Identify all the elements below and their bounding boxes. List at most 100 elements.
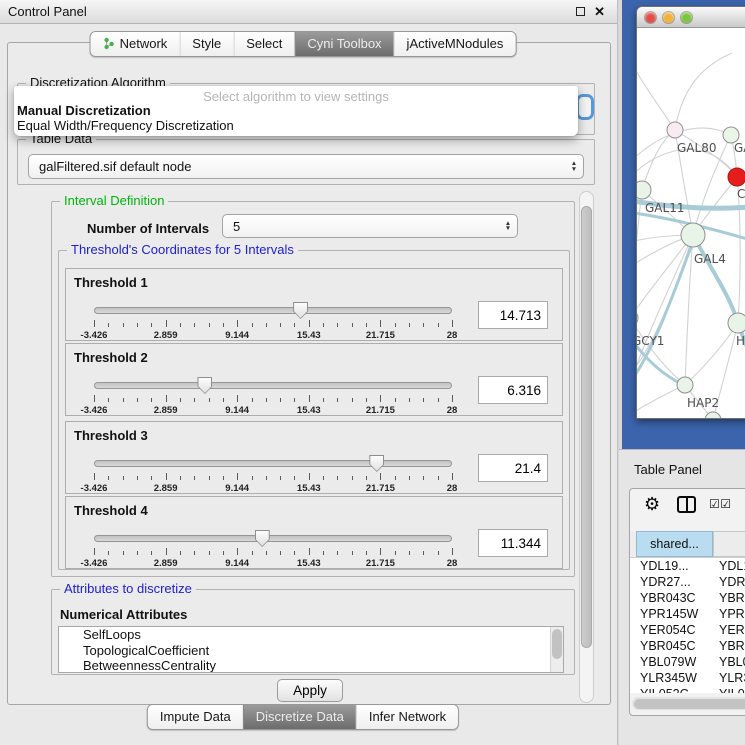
threshold-value-field[interactable] bbox=[478, 376, 548, 404]
network-node-red-node[interactable] bbox=[728, 168, 745, 186]
combobox-stepper-icon[interactable]: ▲▼ bbox=[499, 221, 517, 232]
tab-select[interactable]: Select bbox=[233, 32, 294, 56]
scrollbar-thumb[interactable] bbox=[581, 206, 592, 648]
column-header-name[interactable]: name bbox=[713, 531, 745, 557]
list-item[interactable]: SelfLoops bbox=[59, 627, 563, 643]
cell-name[interactable]: YPR145W bbox=[719, 606, 745, 622]
select-columns-icon[interactable]: ☑☑ bbox=[709, 497, 732, 511]
network-graph[interactable]: GAL80GACGAL11GAL4GCY1HHAP2 bbox=[637, 28, 745, 418]
table-rows[interactable]: YDL19...YDL19...YDR27...YDR27...YBR043CY… bbox=[630, 557, 745, 693]
network-canvas[interactable]: GAL80GACGAL11GAL4GCY1HHAP2 bbox=[637, 28, 745, 418]
slider-thumb[interactable] bbox=[293, 302, 308, 319]
table-row[interactable]: YER054C YER054C bbox=[630, 622, 745, 638]
cell-shared-name[interactable]: YIL052C bbox=[640, 686, 689, 693]
network-node-GAL4[interactable] bbox=[681, 223, 705, 247]
slider-thumb[interactable] bbox=[197, 377, 212, 394]
cell-shared-name[interactable]: YBL079W bbox=[640, 654, 696, 670]
close-icon[interactable]: ✕ bbox=[594, 5, 605, 18]
column-header-shared-name[interactable]: shared... bbox=[636, 531, 713, 557]
threshold-slider[interactable]: -3.4262.8599.14415.4321.71528 bbox=[94, 380, 452, 416]
cell-name[interactable]: YDR27... bbox=[719, 574, 745, 590]
cell-name[interactable]: YBR045C bbox=[719, 638, 745, 654]
dropdown-placeholder-item[interactable]: Select algorithm to view settings bbox=[14, 89, 578, 104]
threshold-value-field[interactable] bbox=[478, 454, 548, 482]
slider-thumb[interactable] bbox=[369, 455, 384, 472]
slider-tick bbox=[438, 323, 439, 327]
tab-impute-data[interactable]: Impute Data bbox=[148, 705, 243, 729]
algorithm-combobox-focus-ring[interactable] bbox=[576, 94, 594, 120]
cell-name[interactable]: YDL19... bbox=[719, 558, 745, 574]
cell-name[interactable]: YER054C bbox=[719, 622, 745, 638]
cell-shared-name[interactable]: YDR27... bbox=[640, 574, 691, 590]
slider-track[interactable] bbox=[94, 307, 452, 314]
dropdown-item-manual-discretization[interactable]: Manual Discretization bbox=[17, 103, 151, 118]
network-view-window[interactable]: GAL80GACGAL11GAL4GCY1HHAP2 bbox=[636, 6, 745, 419]
list-scrollbar[interactable] bbox=[550, 627, 563, 672]
close-traffic-light-icon[interactable] bbox=[645, 12, 656, 23]
scrollbar-thumb[interactable] bbox=[634, 699, 745, 709]
network-node-GAL80[interactable] bbox=[667, 122, 683, 138]
tab-network[interactable]: Network bbox=[91, 32, 180, 56]
cell-name[interactable]: YBL079W bbox=[719, 654, 745, 670]
network-edge[interactable] bbox=[637, 190, 642, 318]
table-row[interactable]: YBR043C YBR043C bbox=[630, 590, 745, 606]
network-edge[interactable] bbox=[637, 63, 675, 130]
tab-style[interactable]: Style bbox=[179, 32, 233, 56]
tab-infer-network[interactable]: Infer Network bbox=[356, 705, 458, 729]
table-row[interactable]: YBL079W YBL079W bbox=[630, 654, 745, 670]
combobox-stepper-icon[interactable]: ▲▼ bbox=[565, 161, 583, 172]
list-item[interactable]: TopologicalCoefficient bbox=[59, 643, 563, 659]
slider-track[interactable] bbox=[94, 460, 452, 467]
network-node-GCY1[interactable] bbox=[637, 310, 638, 326]
table-row[interactable]: YPR145W YPR145W bbox=[630, 606, 745, 622]
gear-icon[interactable]: ⚙ bbox=[644, 493, 660, 515]
apply-button[interactable]: Apply bbox=[277, 679, 343, 702]
table-row[interactable]: YDL19... YDL19... bbox=[630, 558, 745, 574]
panel-scrollbar[interactable] bbox=[579, 191, 594, 703]
cell-name[interactable]: YBR043C bbox=[719, 590, 745, 606]
network-edge[interactable] bbox=[642, 130, 675, 190]
table-data-combobox[interactable]: galFiltered.sif default node ▲▼ bbox=[28, 154, 584, 179]
table-row[interactable]: YIL052C YIL052C bbox=[630, 686, 745, 693]
cell-shared-name[interactable]: YLR345W bbox=[640, 670, 697, 686]
threshold-value-field[interactable] bbox=[478, 529, 548, 557]
table-row[interactable]: YLR345W YLR345W bbox=[630, 670, 745, 686]
list-item[interactable]: BetweennessCentrality bbox=[59, 658, 563, 673]
cell-shared-name[interactable]: YBR045C bbox=[640, 638, 696, 654]
cell-shared-name[interactable]: YPR145W bbox=[640, 606, 698, 622]
slider-thumb[interactable] bbox=[255, 530, 270, 547]
network-node-H[interactable] bbox=[728, 313, 745, 333]
threshold-slider[interactable]: -3.4262.8599.14415.4321.71528 bbox=[94, 533, 452, 569]
network-node-GAL11[interactable] bbox=[637, 181, 651, 199]
horizontal-scrollbar[interactable] bbox=[632, 697, 745, 710]
cell-shared-name[interactable]: YBR043C bbox=[640, 590, 696, 606]
network-edge-highlighted[interactable] bbox=[693, 235, 738, 323]
cell-name[interactable]: YLR345W bbox=[719, 670, 745, 686]
tab-discretize-data[interactable]: Discretize Data bbox=[243, 705, 356, 729]
dropdown-item-equal-width-frequency[interactable]: Equal Width/Frequency Discretization bbox=[17, 118, 234, 133]
cell-shared-name[interactable]: YER054C bbox=[640, 622, 696, 638]
slider-track[interactable] bbox=[94, 535, 452, 542]
numerical-attributes-list[interactable]: SelfLoopsTopologicalCoefficientBetweenne… bbox=[58, 626, 564, 673]
slider-track[interactable] bbox=[94, 382, 452, 389]
tab-jactivemnodules[interactable]: jActiveMNodules bbox=[394, 32, 516, 56]
network-edge[interactable] bbox=[637, 385, 685, 416]
minimize-traffic-light-icon[interactable] bbox=[663, 12, 674, 23]
network-node-HAP2[interactable] bbox=[677, 377, 693, 393]
network-edge[interactable] bbox=[637, 235, 693, 318]
cell-shared-name[interactable]: YDL19... bbox=[640, 558, 689, 574]
threshold-value-field[interactable] bbox=[478, 301, 548, 329]
table-row[interactable]: YBR045C YBR045C bbox=[630, 638, 745, 654]
split-view-icon[interactable] bbox=[677, 496, 696, 513]
network-window-titlebar[interactable] bbox=[637, 7, 745, 28]
threshold-slider[interactable]: -3.4262.8599.14415.4321.71528 bbox=[94, 458, 452, 494]
network-edge[interactable] bbox=[675, 53, 732, 130]
number-of-intervals-combobox[interactable]: 5 ▲▼ bbox=[222, 214, 518, 238]
maximize-traffic-light-icon[interactable] bbox=[681, 12, 692, 23]
tab-cyni-toolbox[interactable]: Cyni Toolbox bbox=[294, 32, 393, 56]
float-window-icon[interactable] bbox=[576, 7, 585, 16]
cell-name[interactable]: YIL052C bbox=[719, 686, 745, 693]
scrollbar-thumb[interactable] bbox=[552, 629, 562, 659]
table-row[interactable]: YDR27... YDR27... bbox=[630, 574, 745, 590]
threshold-slider[interactable]: -3.4262.8599.14415.4321.71528 bbox=[94, 305, 452, 341]
